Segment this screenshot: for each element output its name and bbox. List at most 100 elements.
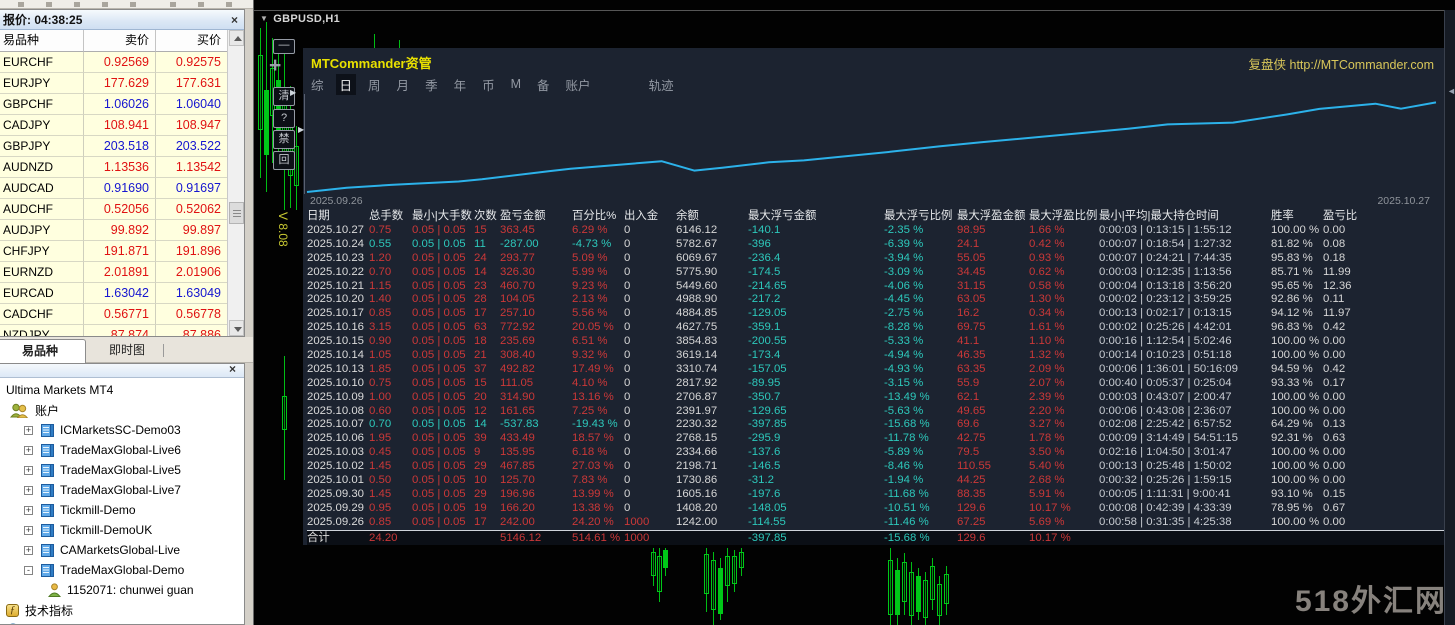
quote-buy-price: 191.896 (156, 241, 228, 262)
report-cell: 46.35 (957, 349, 1029, 363)
report-row[interactable]: 2025.10.150.900.05 | 0.0518235.696.51 %0… (307, 335, 1444, 349)
navigator-item-group-ea[interactable]: EA交易 (0, 620, 244, 625)
report-cell: 363.45 (500, 224, 572, 238)
report-cell: 0.45 (369, 446, 412, 460)
report-row[interactable]: 2025.10.100.750.05 | 0.0515111.054.10 %0… (307, 377, 1444, 391)
report-cell: 0 (624, 391, 676, 405)
tree-expander[interactable]: + (24, 486, 33, 495)
quote-row[interactable]: CADCHF0.567710.56778 (0, 304, 228, 325)
navigator-root[interactable]: Ultima Markets MT4 (0, 380, 244, 400)
quote-row[interactable]: NZDJPY87.87487.886 (0, 325, 228, 337)
quote-row[interactable]: EURCAD1.630421.63049 (0, 283, 228, 304)
tab-tick-chart[interactable]: 即时图 (96, 339, 158, 363)
report-row[interactable]: 2025.10.201.400.05 | 0.0528104.052.13 %0… (307, 293, 1444, 307)
navigator-item-account[interactable]: +TradeMaxGlobal-Live6 (0, 440, 244, 460)
scroll-up-icon[interactable] (229, 30, 244, 46)
report-row[interactable]: 2025.10.030.450.05 | 0.059135.956.18 %02… (307, 446, 1444, 460)
report-row[interactable]: 2025.10.080.600.05 | 0.0512161.657.25 %0… (307, 405, 1444, 419)
report-cell: 0.62 % (1029, 266, 1099, 280)
report-row[interactable]: 2025.09.290.950.05 | 0.0519166.2013.38 %… (307, 502, 1444, 516)
accounts-icon (10, 403, 29, 418)
brand-link[interactable]: 复盘侠 http://MTCommander.com (1249, 54, 1434, 73)
report-cell: 39 (474, 432, 500, 446)
navigator-item-account[interactable]: +CAMarketsGlobal-Live (0, 540, 244, 560)
tree-expander[interactable]: + (24, 426, 33, 435)
tree-expander[interactable]: + (24, 446, 33, 455)
tree-expander[interactable]: + (24, 526, 33, 535)
navigator-item-group-f[interactable]: ƒ技术指标 (0, 600, 244, 620)
minimize-button[interactable]: — (273, 39, 295, 54)
report-cell: 1.45 (369, 460, 412, 474)
navigator-item-account[interactable]: -TradeMaxGlobal-Demo (0, 560, 244, 580)
report-cell: 12.36 (1323, 280, 1444, 294)
move-crosshair-icon[interactable]: + (269, 56, 281, 76)
mtcommander-panel: MTCommander资管 复盘侠 http://MTCommander.com… (303, 48, 1444, 545)
window-copy-button[interactable]: 回 (273, 151, 295, 170)
quote-row[interactable]: GBPJPY203.518203.522 (0, 136, 228, 157)
chevron-down-icon[interactable]: ▼ (260, 14, 268, 23)
report-row[interactable]: 2025.10.163.150.05 | 0.0563772.9220.05 %… (307, 321, 1444, 335)
report-row[interactable]: 2025.10.240.550.05 | 0.0511-287.00-4.73 … (307, 238, 1444, 252)
navigator-item-group[interactable]: 账户 (0, 400, 244, 420)
quote-row[interactable]: EURCHF0.925690.92575 (0, 52, 228, 73)
report-cell: 3310.74 (676, 363, 748, 377)
help-button[interactable]: ? (273, 109, 295, 128)
quote-row[interactable]: EURJPY177.629177.631 (0, 73, 228, 94)
candle-body (895, 570, 900, 615)
anchor-arrow-icon: ▶ (290, 88, 296, 97)
report-row[interactable]: 2025.10.131.850.05 | 0.0537492.8217.49 %… (307, 363, 1444, 377)
report-row[interactable]: 2025.10.270.750.05 | 0.0515363.456.29 %0… (307, 224, 1444, 238)
tab-symbols[interactable]: 易品种 (0, 339, 86, 363)
quote-row[interactable]: AUDJPY99.89299.897 (0, 220, 228, 241)
report-cell: 6146.12 (676, 224, 748, 238)
quotes-scrollbar[interactable] (227, 30, 244, 336)
quote-row[interactable]: AUDNZD1.135361.13542 (0, 157, 228, 178)
report-row[interactable]: 2025.10.211.150.05 | 0.0523460.709.23 %0… (307, 280, 1444, 294)
report-cell: 314.90 (500, 391, 572, 405)
report-cell: 161.65 (500, 405, 572, 419)
report-row[interactable]: 2025.10.070.700.05 | 0.0514-537.83-19.43… (307, 418, 1444, 432)
navigator-item-login[interactable]: 1152071: chunwei guan (0, 580, 244, 600)
scroll-down-icon[interactable] (229, 320, 244, 336)
report-row[interactable]: 2025.10.021.450.05 | 0.0529467.8527.03 %… (307, 460, 1444, 474)
close-icon[interactable]: × (223, 363, 242, 376)
report-cell: 2025.10.21 (307, 280, 369, 294)
navigator-item-account[interactable]: +TradeMaxGlobal-Live7 (0, 480, 244, 500)
report-cell: 111.05 (500, 377, 572, 391)
report-row[interactable]: 2025.10.010.500.05 | 0.0510125.707.83 %0… (307, 474, 1444, 488)
panel-tab-M[interactable]: M (507, 76, 525, 92)
report-row[interactable]: 2025.10.231.200.05 | 0.0524293.775.09 %0… (307, 252, 1444, 266)
quote-sell-price: 2.01891 (84, 262, 156, 283)
navigator-item-account[interactable]: +Tickmill-DemoUK (0, 520, 244, 540)
report-row[interactable]: 2025.10.141.050.05 | 0.0521308.409.32 %0… (307, 349, 1444, 363)
quote-row[interactable]: AUDCHF0.520560.52062 (0, 199, 228, 220)
navigator-item-account[interactable]: +Tickmill-Demo (0, 500, 244, 520)
report-cell: 0:00:32 | 0:25:26 | 1:59:15 (1099, 474, 1271, 488)
quote-row[interactable]: CHFJPY191.871191.896 (0, 241, 228, 262)
report-row[interactable]: 2025.09.301.450.05 | 0.0529196.9613.99 %… (307, 488, 1444, 502)
disable-button[interactable]: 禁 (273, 130, 295, 149)
quote-row[interactable]: EURNZD2.018912.01906 (0, 262, 228, 283)
quote-row[interactable]: AUDCAD0.916900.91697 (0, 178, 228, 199)
report-row[interactable]: 2025.10.091.000.05 | 0.0520314.9013.16 %… (307, 391, 1444, 405)
candle-body (651, 552, 656, 576)
report-row[interactable]: 2025.10.170.850.05 | 0.0517257.105.56 %0… (307, 307, 1444, 321)
tree-expander[interactable]: + (24, 546, 33, 555)
report-cell: 0:00:14 | 0:10:23 | 0:51:18 (1099, 349, 1271, 363)
quote-row[interactable]: GBPCHF1.060261.06040 (0, 94, 228, 115)
quote-row[interactable]: CADJPY108.941108.947 (0, 115, 228, 136)
report-row[interactable]: 2025.09.260.850.05 | 0.0517242.0024.20 %… (307, 516, 1444, 530)
navigator-item-label: 技术指标 (25, 602, 73, 619)
navigator-item-account[interactable]: +ICMarketsSC-Demo03 (0, 420, 244, 440)
report-row[interactable]: 2025.10.061.950.05 | 0.0539433.4918.57 %… (307, 432, 1444, 446)
chart-right-margin[interactable]: ◄ (1444, 10, 1455, 625)
scroll-thumb[interactable] (229, 202, 244, 224)
navigator-item-account[interactable]: +TradeMaxGlobal-Live5 (0, 460, 244, 480)
report-row[interactable]: 2025.10.220.700.05 | 0.0514326.305.99 %0… (307, 266, 1444, 280)
close-icon[interactable]: × (225, 13, 244, 27)
tree-expander[interactable]: - (24, 566, 33, 575)
report-cell: 79.5 (957, 446, 1029, 460)
report-cell: 1730.86 (676, 474, 748, 488)
tree-expander[interactable]: + (24, 466, 33, 475)
tree-expander[interactable]: + (24, 506, 33, 515)
